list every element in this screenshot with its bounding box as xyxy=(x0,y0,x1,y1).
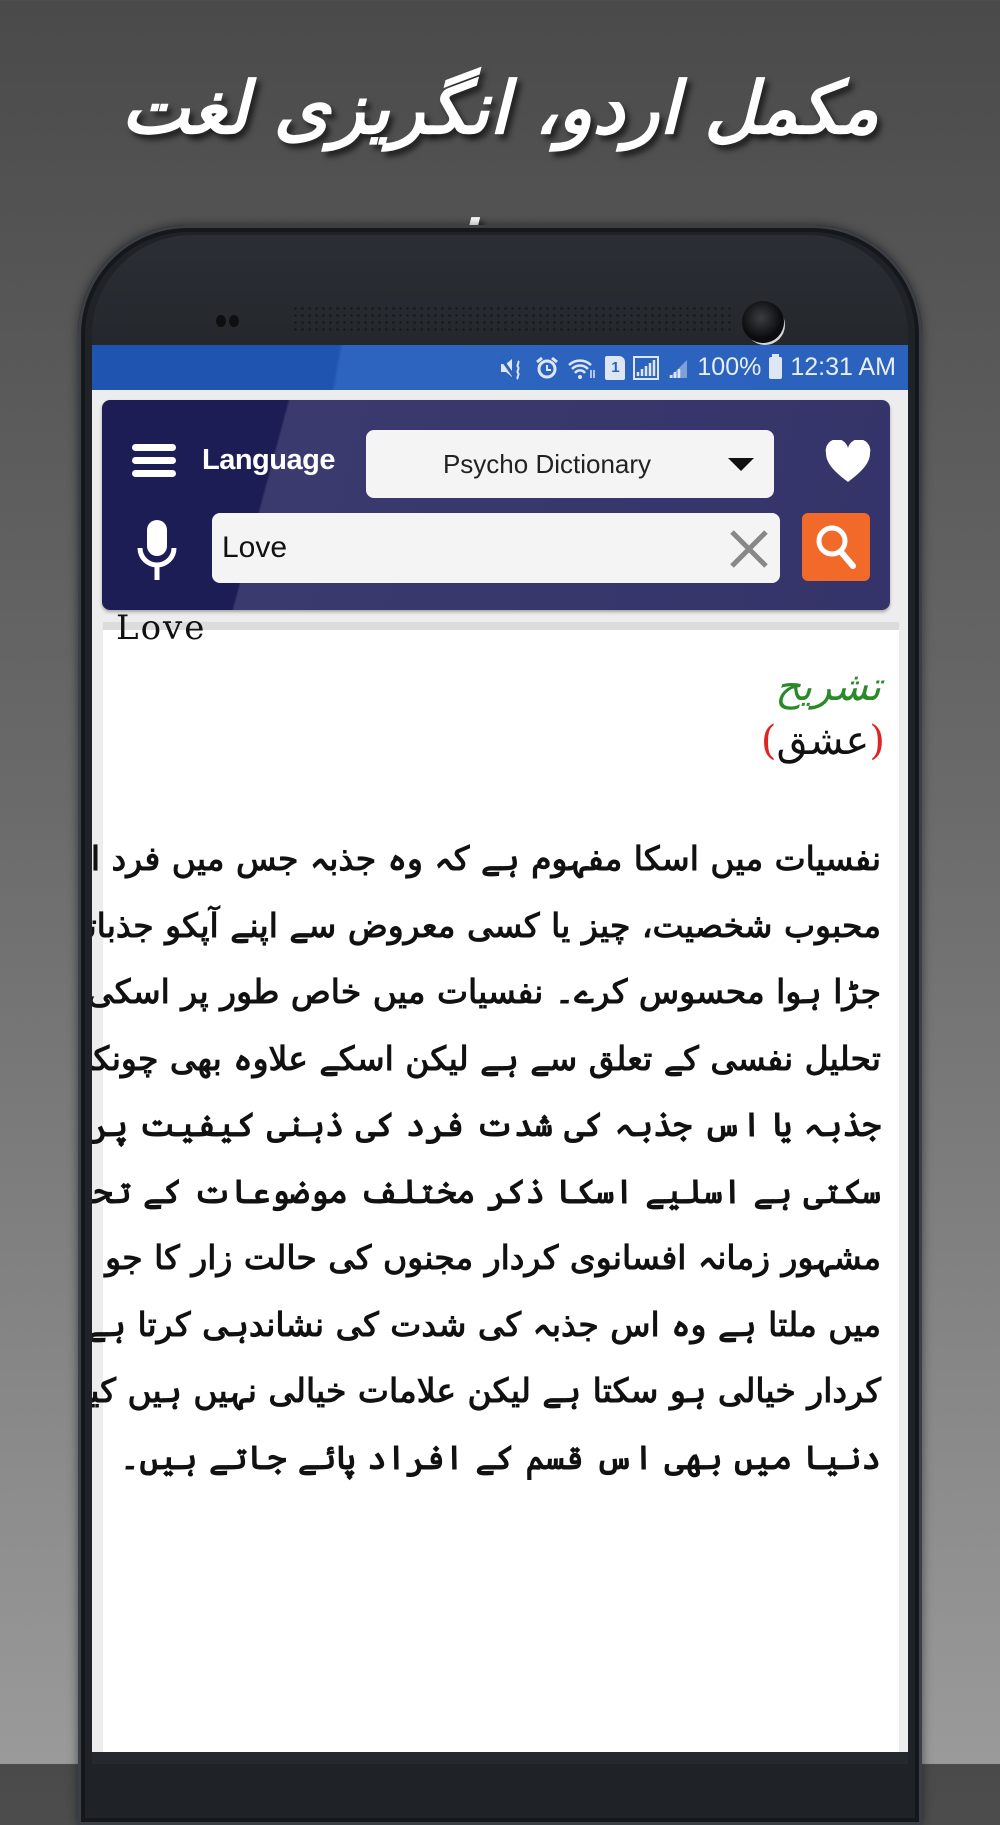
signal-icon-2 xyxy=(667,355,689,381)
definition-line: نفسیات میں اسکا مفہوم ہے کہ وہ جذبہ جس م… xyxy=(92,839,881,878)
search-icon xyxy=(816,525,856,569)
dictionary-select[interactable]: Psycho Dictionary xyxy=(366,430,774,498)
definition-line: تحلیل نفسی کے تعلق سے ہے لیکن اسکے علاوہ… xyxy=(92,1038,881,1078)
definition-line: جڑا ہوا محسوس کرے۔ نفسیات میں خاص طور پر… xyxy=(92,972,881,1011)
sensor-dot xyxy=(229,315,239,327)
definition-line: محبوب شخصیت، چیز یا کسی معروض سے اپنے آپ… xyxy=(92,905,881,945)
explanation-label: تشریح xyxy=(775,664,881,710)
definition-line: کردار خیالی ہو سکتا ہے لیکن علامات خیالی… xyxy=(92,1371,881,1410)
battery-icon xyxy=(769,353,783,379)
status-bar: 1 100% 12:31 AM xyxy=(92,345,908,390)
definition-line: میں ملتا ہے وہ اس جذبہ کی شدت کی نشاندہی… xyxy=(92,1304,881,1344)
app-screen: 1 100% 12:31 AM Language Psycho Dictiona… xyxy=(92,345,908,1764)
definition-line: مشہور زمانہ افسانوی کردار مجنوں کی حالت … xyxy=(92,1238,881,1277)
microphone-icon[interactable] xyxy=(134,518,180,582)
favorite-heart-icon[interactable] xyxy=(824,439,872,484)
dictionary-select-value: Psycho Dictionary xyxy=(442,448,652,479)
definition-line: دنیا میں بھی اس قسم کے افراد پائے جاتے ہ… xyxy=(120,1437,881,1477)
sim-1-icon: 1 xyxy=(605,355,626,380)
clear-search-icon[interactable] xyxy=(728,528,770,570)
app-header: Language Psycho Dictionary xyxy=(102,400,890,610)
earpiece-speaker xyxy=(292,305,732,335)
chevron-down-icon xyxy=(728,457,754,471)
battery-percent: 100% xyxy=(697,353,762,381)
alarm-icon xyxy=(535,355,559,381)
front-camera xyxy=(742,301,784,343)
urdu-translation: (عشق) xyxy=(761,718,885,764)
definition-line: جذبہ یا اس جذبہ کی شدت فرد کی ذہنی کیفیت… xyxy=(92,1105,881,1144)
paren-close: ) xyxy=(760,718,777,764)
wifi-icon xyxy=(567,355,597,381)
definition-card: Love تشریح (عشق) نفسیات میں اسکا مفہوم ہ… xyxy=(92,608,899,1764)
paren-open: ( xyxy=(869,718,885,764)
menu-icon[interactable] xyxy=(132,444,176,478)
language-label: Language xyxy=(202,444,335,476)
search-input[interactable] xyxy=(212,513,780,583)
mute-vibrate-icon xyxy=(499,355,527,381)
headword: Love xyxy=(116,608,207,648)
sensor-dot xyxy=(216,315,226,327)
definition-body: نفسیات میں اسکا مفہوم ہے کہ وہ جذبہ جس م… xyxy=(92,826,881,1491)
status-time: 12:31 AM xyxy=(790,353,896,381)
search-button[interactable] xyxy=(802,513,870,581)
phone-bottom-bezel xyxy=(92,1752,908,1764)
signal-icon xyxy=(633,355,660,380)
definition-line: سکتی ہے اسلیے اسکا ذکر مختلف موضوعات کے … xyxy=(92,1171,881,1211)
urdu-word: عشق xyxy=(776,718,870,764)
phone-bezel xyxy=(92,235,908,347)
